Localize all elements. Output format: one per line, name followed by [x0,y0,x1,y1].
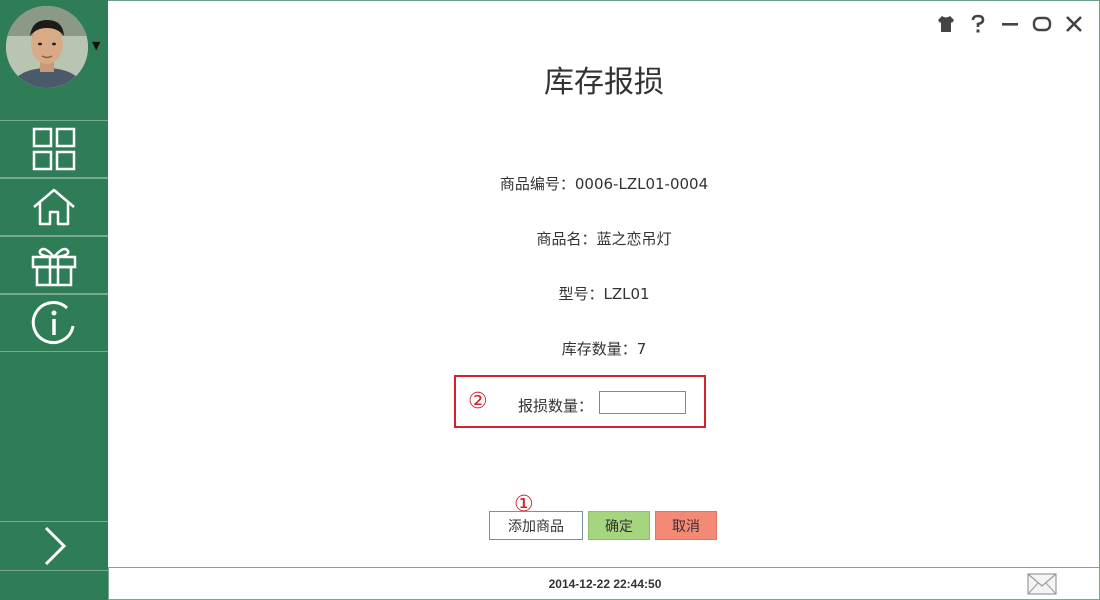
avatar-dropdown-icon[interactable]: ▼ [92,40,100,51]
model-value: LZL01 [603,285,650,303]
product-name-label: 商品名： [536,230,597,248]
page-title: 库存报损 [544,65,664,100]
chevron-right-icon [44,526,67,566]
sidebar-item-info[interactable] [0,294,108,352]
dashboard-grid-icon [32,127,76,171]
product-code-value: 0006-LZL01-0004 [574,175,709,193]
skin-icon[interactable] [935,13,957,35]
status-datetime: 2014-12-22 22:44:50 [548,577,662,591]
home-icon [33,188,75,226]
loss-quantity-label: 报损数量： [518,397,594,415]
stock-quantity-label: 库存数量： [561,340,637,358]
help-icon[interactable] [967,13,989,35]
window-controls [935,13,1085,35]
annotation-marker-2: ② [468,389,488,414]
gift-icon [31,247,77,287]
model-row: 型号：LZL01 [108,283,1100,304]
avatar[interactable] [6,6,88,88]
add-product-button[interactable]: 添加商品 [489,511,583,540]
stock-quantity-row: 库存数量：7 [108,338,1100,359]
sidebar-item-dashboard[interactable] [0,120,108,178]
mail-icon[interactable] [1027,573,1057,595]
stock-quantity-value: 7 [636,340,647,358]
loss-quantity-input[interactable] [599,391,686,414]
product-code-row: 商品编号：0006-LZL01-0004 [108,173,1100,194]
main-panel: 库存报损 商品编号：0006-LZL01-0004 商品名：蓝之恋吊灯 型号：L… [108,0,1100,600]
info-icon [31,301,75,345]
maximize-icon[interactable] [1031,13,1053,35]
sidebar-item-home[interactable] [0,178,108,236]
minimize-icon[interactable] [999,13,1021,35]
cancel-button[interactable]: 取消 [655,511,717,540]
sidebar-expand-button[interactable] [0,521,108,571]
sidebar-item-gift[interactable] [0,236,108,294]
model-label: 型号： [558,285,604,303]
status-bar: 2014-12-22 22:44:50 [108,567,1100,600]
close-icon[interactable] [1063,13,1085,35]
product-name-row: 商品名：蓝之恋吊灯 [108,228,1100,249]
product-code-label: 商品编号： [499,175,575,193]
product-name-value: 蓝之恋吊灯 [596,230,672,248]
sidebar: ▼ [0,0,108,600]
confirm-button[interactable]: 确定 [588,511,650,540]
